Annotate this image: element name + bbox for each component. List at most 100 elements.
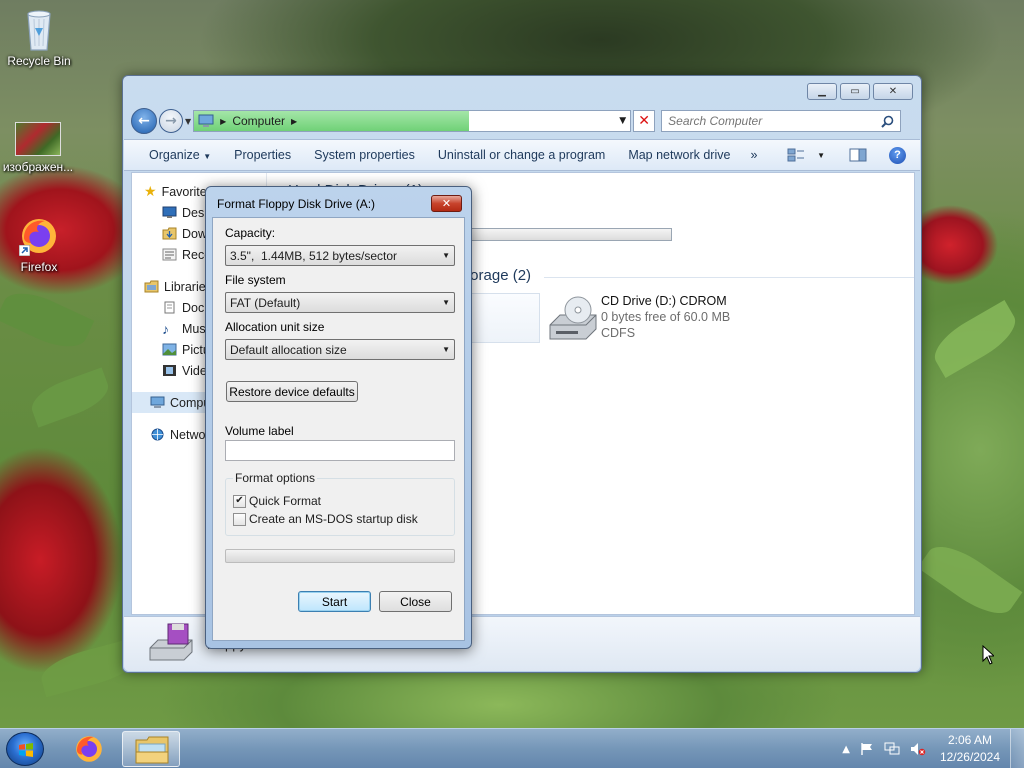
chevron-down-icon: ▼	[203, 152, 212, 161]
back-arrow-icon: ←	[138, 113, 150, 129]
clock-date: 12/26/2024	[939, 750, 1000, 764]
desktop-icon-recycle-bin[interactable]: Recycle Bin	[1, 6, 77, 68]
firefox-icon	[19, 216, 59, 256]
search-box[interactable]	[661, 110, 902, 132]
capacity-label: Capacity:	[225, 226, 276, 240]
format-options-label: Format options	[233, 471, 318, 485]
more-commands-button[interactable]: »	[738, 148, 765, 162]
volume-label-input[interactable]	[226, 441, 454, 460]
change-view-button[interactable]: ▼	[787, 148, 825, 162]
volume-label-label: Volume label	[225, 424, 294, 438]
clock[interactable]: 2:06 AM 12/26/2024	[940, 732, 1000, 766]
taskbar-explorer[interactable]	[122, 731, 180, 767]
cd-drive-filesystem: CDFS	[601, 326, 636, 340]
address-bar[interactable]: ▶ Computer ▶ ▼	[193, 110, 632, 132]
cd-drive-item[interactable]: CD Drive (D:) CDROM 0 bytes free of 60.0…	[548, 293, 848, 343]
properties-button[interactable]: Properties	[219, 148, 299, 162]
videos-icon	[163, 365, 176, 376]
network-icon	[151, 428, 164, 441]
hard-disk-usage-bar	[454, 228, 672, 241]
firefox-icon	[76, 736, 102, 762]
desktop-icon-image-file[interactable]: изображен...	[0, 122, 76, 174]
navigation-bar: ← → ▼ ▶ Computer ▶ ▼ ✕	[131, 107, 913, 135]
msdos-startup-checkbox[interactable]	[233, 512, 246, 526]
uninstall-program-button[interactable]: Uninstall or change a program	[423, 148, 613, 162]
forward-arrow-icon: →	[165, 113, 177, 129]
computer-icon	[150, 396, 165, 408]
desktop-icon-label: изображен...	[2, 160, 74, 174]
organize-button[interactable]: Organize ▼	[134, 148, 219, 162]
close-button[interactable]: ✕	[873, 83, 913, 100]
cd-drive-icon	[549, 296, 597, 340]
system-properties-button[interactable]: System properties	[299, 148, 423, 162]
wallpaper-leaf	[26, 367, 114, 428]
filesystem-value: FAT (Default)	[230, 295, 301, 310]
desktop-icon-firefox[interactable]: Firefox	[1, 216, 77, 274]
allocation-select[interactable]: Default allocation size ▼	[225, 339, 455, 360]
preview-pane-icon[interactable]	[849, 148, 867, 162]
quick-format-option[interactable]: ✔ Quick Format	[233, 494, 321, 508]
recycle-bin-icon	[19, 6, 59, 51]
help-icon[interactable]: ?	[889, 146, 906, 164]
cd-drive-free: 0 bytes free of 60.0 MB	[601, 310, 731, 324]
start-button[interactable]	[6, 732, 44, 766]
desktop-folder-icon	[162, 206, 177, 218]
image-file-icon	[15, 122, 61, 156]
msdos-startup-option[interactable]: Create an MS-DOS startup disk	[233, 512, 418, 526]
show-hidden-icons-button[interactable]: ▲	[842, 744, 850, 755]
organize-label: Organize	[149, 148, 200, 162]
view-icon	[787, 148, 805, 162]
taskbar-firefox[interactable]	[60, 731, 118, 767]
documents-icon	[164, 301, 175, 314]
search-input[interactable]	[668, 114, 882, 128]
network-status-icon[interactable]	[884, 742, 900, 756]
volume-muted-icon[interactable]	[910, 742, 926, 756]
maximize-button[interactable]: ▭	[840, 83, 870, 100]
chevron-down-icon: ▼	[442, 251, 450, 260]
quick-format-label: Quick Format	[249, 494, 322, 508]
chevron-down-icon: ▼	[442, 298, 450, 307]
folder-icon	[135, 736, 169, 764]
stop-button[interactable]: ✕	[633, 110, 656, 132]
map-network-drive-button[interactable]: Map network drive	[613, 148, 738, 162]
capacity-select[interactable]: 3.5", 1.44MB, 512 bytes/sector ▼	[225, 245, 455, 266]
group-separator	[544, 277, 914, 278]
recent-pages-dropdown[interactable]: ▼	[185, 117, 191, 126]
close-dialog-button[interactable]: Close	[379, 591, 452, 612]
wallpaper-leaf	[926, 300, 1024, 378]
show-desktop-button[interactable]	[1010, 729, 1024, 768]
minimize-button[interactable]: ▁	[807, 83, 837, 100]
quick-format-checkbox[interactable]: ✔	[233, 494, 246, 508]
action-center-flag-icon[interactable]	[860, 742, 874, 756]
system-tray: ▲ 2:06 AM 12/26/2024	[842, 729, 1024, 768]
desktop-icon-label: Recycle Bin	[7, 54, 71, 68]
minimize-icon: ▁	[818, 86, 826, 97]
msdos-startup-label: Create an MS-DOS startup disk	[249, 512, 418, 526]
address-dropdown-icon[interactable]: ▼	[619, 116, 626, 126]
format-options-group: Format options ✔ Quick Format Create an …	[225, 471, 455, 536]
allocation-label: Allocation unit size	[225, 320, 325, 334]
start-button[interactable]: Start	[298, 591, 371, 612]
search-icon[interactable]	[881, 115, 894, 128]
dialog-close-button[interactable]: ✕	[431, 195, 462, 212]
breadcrumb-arrow-icon: ▶	[291, 116, 298, 126]
format-progress-bar	[225, 549, 455, 563]
breadcrumb-arrow-icon: ▶	[220, 116, 227, 126]
shortcut-arrow-icon	[19, 245, 30, 256]
dialog-body: Capacity: 3.5", 1.44MB, 512 bytes/sector…	[212, 217, 465, 641]
address-breadcrumb[interactable]: Computer	[232, 114, 285, 128]
taskbar: ▲ 2:06 AM 12/26/2024	[0, 728, 1024, 768]
wallpaper-leaf	[0, 282, 95, 358]
chevron-down-icon: ▼	[442, 345, 450, 354]
maximize-icon: ▭	[850, 86, 860, 97]
filesystem-select[interactable]: FAT (Default) ▼	[225, 292, 455, 313]
volume-label-field[interactable]	[225, 440, 455, 461]
star-icon: ★	[144, 183, 157, 199]
forward-button[interactable]: →	[159, 109, 183, 133]
restore-defaults-button[interactable]: Restore device defaults	[226, 381, 358, 402]
close-icon: ✕	[441, 197, 452, 210]
dialog-title: Format Floppy Disk Drive (A:)	[217, 197, 376, 211]
windows-logo-icon	[19, 743, 33, 757]
back-button[interactable]: ←	[131, 108, 157, 134]
computer-icon	[198, 114, 214, 127]
